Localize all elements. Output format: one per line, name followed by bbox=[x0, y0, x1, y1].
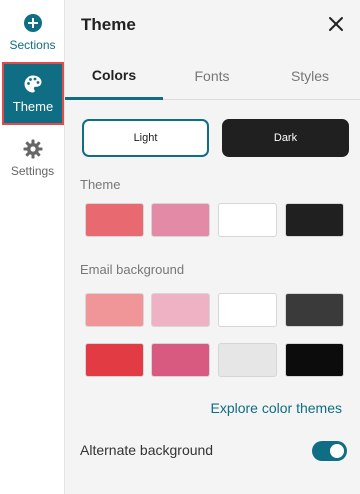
email-bg-swatch[interactable] bbox=[151, 293, 210, 327]
close-icon bbox=[329, 17, 343, 31]
email-bg-swatch[interactable] bbox=[218, 293, 277, 327]
left-rail: Sections Theme Settings bbox=[0, 0, 65, 494]
palette-icon bbox=[22, 73, 44, 95]
email-bg-swatch[interactable] bbox=[151, 343, 210, 377]
rail-item-settings[interactable]: Settings bbox=[0, 126, 65, 190]
rail-item-label: Settings bbox=[10, 164, 55, 178]
panel-header: Theme bbox=[65, 0, 360, 52]
email-bg-swatch[interactable] bbox=[218, 343, 277, 377]
theme-section-label: Theme bbox=[80, 177, 121, 192]
explore-color-themes-link[interactable]: Explore color themes bbox=[210, 400, 342, 416]
theme-swatch[interactable] bbox=[85, 203, 144, 237]
alternate-background-toggle[interactable] bbox=[312, 441, 347, 461]
panel-title: Theme bbox=[81, 15, 136, 34]
email-bg-swatch[interactable] bbox=[285, 343, 344, 377]
theme-swatch[interactable] bbox=[218, 203, 277, 237]
gear-icon bbox=[22, 138, 44, 160]
toggle-knob bbox=[330, 444, 344, 458]
light-mode-button[interactable]: Light bbox=[82, 119, 209, 157]
theme-swatch[interactable] bbox=[285, 203, 344, 237]
email-bg-swatch[interactable] bbox=[85, 293, 144, 327]
tab-fonts[interactable]: Fonts bbox=[163, 52, 261, 100]
rail-item-theme[interactable]: Theme bbox=[2, 62, 64, 125]
dark-mode-button[interactable]: Dark bbox=[222, 119, 349, 157]
plus-circle-icon bbox=[22, 12, 44, 34]
email-background-label: Email background bbox=[80, 262, 185, 277]
tab-styles[interactable]: Styles bbox=[261, 52, 359, 100]
alternate-background-label: Alternate background bbox=[80, 442, 214, 458]
theme-panel: Theme Colors Fonts Styles Light Dark The… bbox=[65, 0, 360, 494]
tab-colors[interactable]: Colors bbox=[65, 52, 163, 100]
email-bg-swatch[interactable] bbox=[85, 343, 144, 377]
close-button[interactable] bbox=[326, 14, 346, 34]
email-bg-swatch[interactable] bbox=[285, 293, 344, 327]
rail-item-label: Theme bbox=[12, 99, 54, 114]
theme-swatch[interactable] bbox=[151, 203, 210, 237]
rail-item-sections[interactable]: Sections bbox=[0, 0, 65, 64]
tab-bar: Colors Fonts Styles bbox=[65, 52, 360, 100]
rail-item-label: Sections bbox=[9, 38, 56, 52]
